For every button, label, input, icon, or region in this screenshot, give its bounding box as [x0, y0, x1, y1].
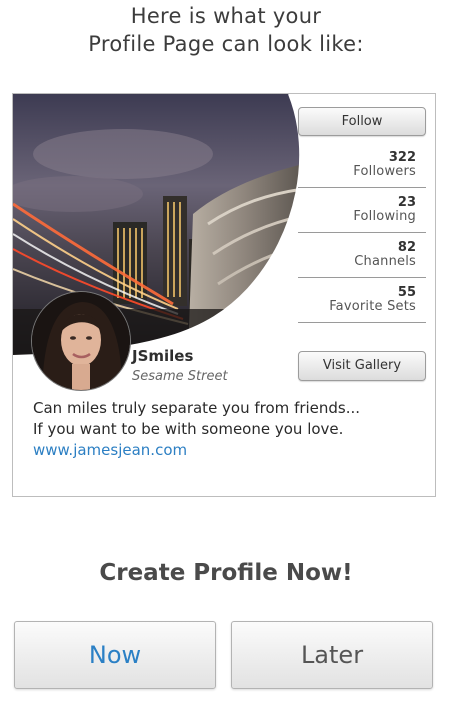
bio-line-2: If you want to be with someone you love.	[33, 420, 344, 438]
now-button[interactable]: Now	[14, 621, 216, 689]
stat-following-label: Following	[353, 209, 416, 224]
intro-line-2: Profile Page can look like:	[88, 32, 364, 56]
username: JSmiles	[132, 347, 194, 365]
user-location: Sesame Street	[132, 369, 228, 384]
visit-gallery-button[interactable]: Visit Gallery	[298, 351, 426, 381]
bio-line-1: Can miles truly separate you from friend…	[33, 399, 361, 417]
create-profile-title: Create Profile Now!	[99, 560, 353, 586]
stat-channels-label: Channels	[354, 254, 416, 269]
stat-following[interactable]: 23 Following	[298, 189, 426, 233]
stat-followers[interactable]: 322 Followers	[298, 144, 426, 188]
profile-bio: Can miles truly separate you from friend…	[33, 398, 433, 461]
stat-favorite-sets[interactable]: 55 Favorite Sets	[298, 279, 426, 323]
stat-favorite-sets-label: Favorite Sets	[329, 299, 416, 314]
stat-followers-label: Followers	[353, 164, 416, 179]
profile-preview-card: Follow 322 Followers 23 Following 82 Cha…	[12, 93, 436, 497]
follow-button[interactable]: Follow	[298, 107, 426, 136]
avatar	[32, 292, 130, 390]
intro-header: Here is what your Profile Page can look …	[0, 2, 452, 58]
stat-channels[interactable]: 82 Channels	[298, 234, 426, 278]
stat-followers-value: 322	[388, 150, 416, 165]
stat-channels-value: 82	[397, 240, 416, 255]
later-button[interactable]: Later	[231, 621, 433, 689]
website-link[interactable]: www.jamesjean.com	[33, 441, 187, 459]
stat-following-value: 23	[397, 195, 416, 210]
avatar-portrait-icon	[32, 292, 130, 390]
stat-favorite-sets-value: 55	[397, 285, 416, 300]
intro-line-1: Here is what your	[130, 4, 322, 28]
